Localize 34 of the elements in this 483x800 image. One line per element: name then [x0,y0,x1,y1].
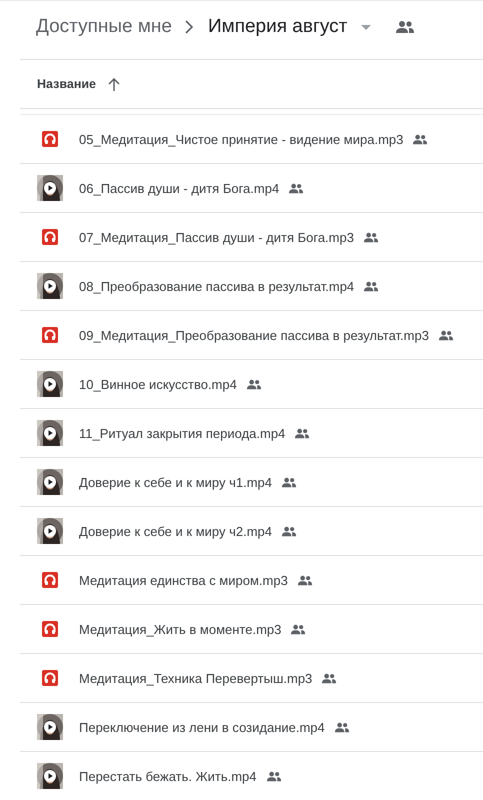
column-header[interactable]: Название [37,77,96,91]
headphones-icon [42,229,58,245]
file-name[interactable]: Доверие к себе и к миру ч1.mp4 [79,474,272,490]
file-name[interactable]: Переключение из лени в созидание.mp4 [79,720,325,734]
headphones-icon [42,131,58,147]
play-icon [44,770,56,782]
file-name[interactable]: 08_Преобразование пассива в результат.mp4 [79,278,354,294]
folder-title[interactable]: Империя август [208,16,348,38]
chevron-icon [184,20,194,34]
file-name[interactable]: 06_Пассив души - дитя Бога.mp4 [79,180,280,196]
file-name[interactable]: 11_Ритуал закрытия периода.mp4 [79,426,286,440]
file-name[interactable]: Медитация_Жить в моменте.mp3 [79,622,282,636]
play-icon [44,280,56,292]
file-name[interactable]: Медитация_Техника Перевертыш.mp3 [79,670,312,686]
headphones-icon [42,621,58,637]
file-name[interactable]: Доверие к себе и к миру ч2.mp4 [79,524,272,538]
file-name[interactable]: Перестать бежать. Жить.mp4 [79,768,256,784]
breadcrumb-link[interactable]: Доступные мне [36,16,172,38]
sort-arrow-icon[interactable] [108,78,120,90]
file-name[interactable]: 05_Медитация_Чистое принятие - видение мира.mp3 [79,132,404,146]
file-name[interactable]: 10_Винное искусство.mp4 [79,376,237,392]
headphones-icon [42,572,58,588]
play-icon [44,378,56,390]
file-name[interactable]: Медитация единства с миром.mp3 [79,572,288,588]
play-icon [44,721,56,733]
headphones-icon [42,327,58,343]
play-icon [44,525,56,537]
headphones-icon [42,670,58,686]
file-name[interactable]: 07_Медитация_Пассив души - дитя Бога.mp3 [79,230,354,244]
play-icon [44,182,56,194]
play-icon [44,476,56,488]
file-name[interactable]: 09_Медитация_Преобразование пассива в результат.mp3 [79,328,429,342]
play-icon [44,427,56,439]
caret-icon[interactable] [361,24,372,30]
